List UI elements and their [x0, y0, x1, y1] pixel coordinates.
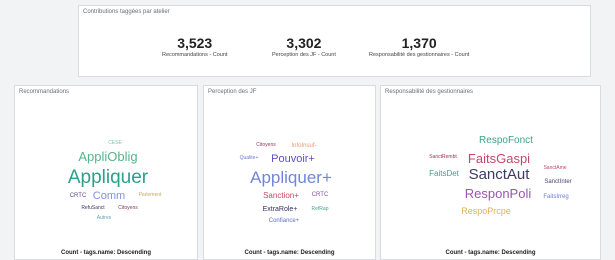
kpi-recommandations: 3,523 Recommandations - Count [162, 36, 227, 58]
word-cloud-term: CESE [108, 140, 122, 146]
word-cloud-term: Autres [96, 215, 112, 221]
word-cloud-term: InfoInsuf- [291, 143, 317, 149]
kpi-responsabilite: 1,370 Responsabilité des gestionnaires -… [369, 36, 469, 58]
word-cloud-term: CRTC [311, 192, 329, 198]
word-cloud-term: Parlement [138, 192, 162, 198]
panel-footer: Count - tags.name: Descending [445, 250, 536, 256]
kpi-label: Responsabilité des gestionnaires - Count [369, 52, 470, 58]
word-cloud-term: Comm [92, 190, 126, 202]
word-cloud-term: CRTC [69, 193, 87, 199]
kpi-value: 1,370 [401, 35, 437, 51]
word-cloud-term: Sanction+ [263, 191, 299, 200]
word-cloud-term: RespoPrcpe [461, 206, 511, 216]
word-cloud-term: RefuSanct [81, 205, 105, 211]
word-cloud-term: Citoyens [256, 142, 276, 148]
word-cloud-term: Pouvoir+ [271, 153, 315, 165]
word-cloud-term: FaitsDet [429, 169, 459, 178]
kpi-panel: Contributions taggées par atelier 3,523 … [78, 5, 591, 77]
word-cloud-term: RespoFonct [479, 135, 533, 146]
word-cloud-term: SanctRembt [429, 154, 457, 160]
perception-panel: Perception des JF Citoyens InfoInsuf- Qu… [203, 85, 376, 260]
panel-footer: Count - tags.name: Descending [244, 250, 335, 256]
kpi-label: Perception des JF - Count [272, 52, 336, 58]
kpi-perception: 3,302 Perception des JF - Count [272, 36, 336, 58]
panel-title: Responsabilité des gestionnaires [385, 89, 474, 95]
word-cloud-term: AppliOblig [78, 149, 138, 164]
word-cloud-term: Appliquer [67, 167, 149, 188]
kpi-value: 3,523 [177, 35, 213, 51]
recommandations-panel: Recommandations CESE AppliOblig Applique… [14, 85, 198, 260]
kpi-label: Recommandations - Count [162, 52, 228, 58]
word-cloud-term: FaitsIrreg [543, 194, 569, 200]
responsabilite-panel: Responsabilité des gestionnaires RespoFo… [380, 85, 601, 260]
word-cloud-term: Appliquer+ [250, 168, 332, 187]
word-cloud-term: ExtraRole+ [262, 206, 298, 213]
word-cloud-term: FaitsGaspi [467, 151, 531, 166]
kpi-value: 3,302 [286, 35, 322, 51]
word-cloud-term: Citoyens [118, 205, 138, 211]
word-cloud-term: SanctInter [544, 179, 572, 185]
panel-footer: Count - tags.name: Descending [60, 250, 151, 256]
word-cloud-term: RefRap [311, 206, 329, 212]
word-cloud-term: Qualite+ [239, 155, 259, 161]
kpi-panel-title: Contributions taggées par atelier [83, 9, 170, 15]
word-cloud-term: ResponPoli [464, 186, 532, 201]
word-cloud-term: SanctAut [468, 166, 530, 183]
panel-title: Recommandations [19, 89, 70, 95]
word-cloud-term: Confiance+ [268, 218, 300, 224]
word-cloud-term: SanctAme [543, 165, 567, 171]
panel-title: Perception des JF [208, 89, 257, 95]
